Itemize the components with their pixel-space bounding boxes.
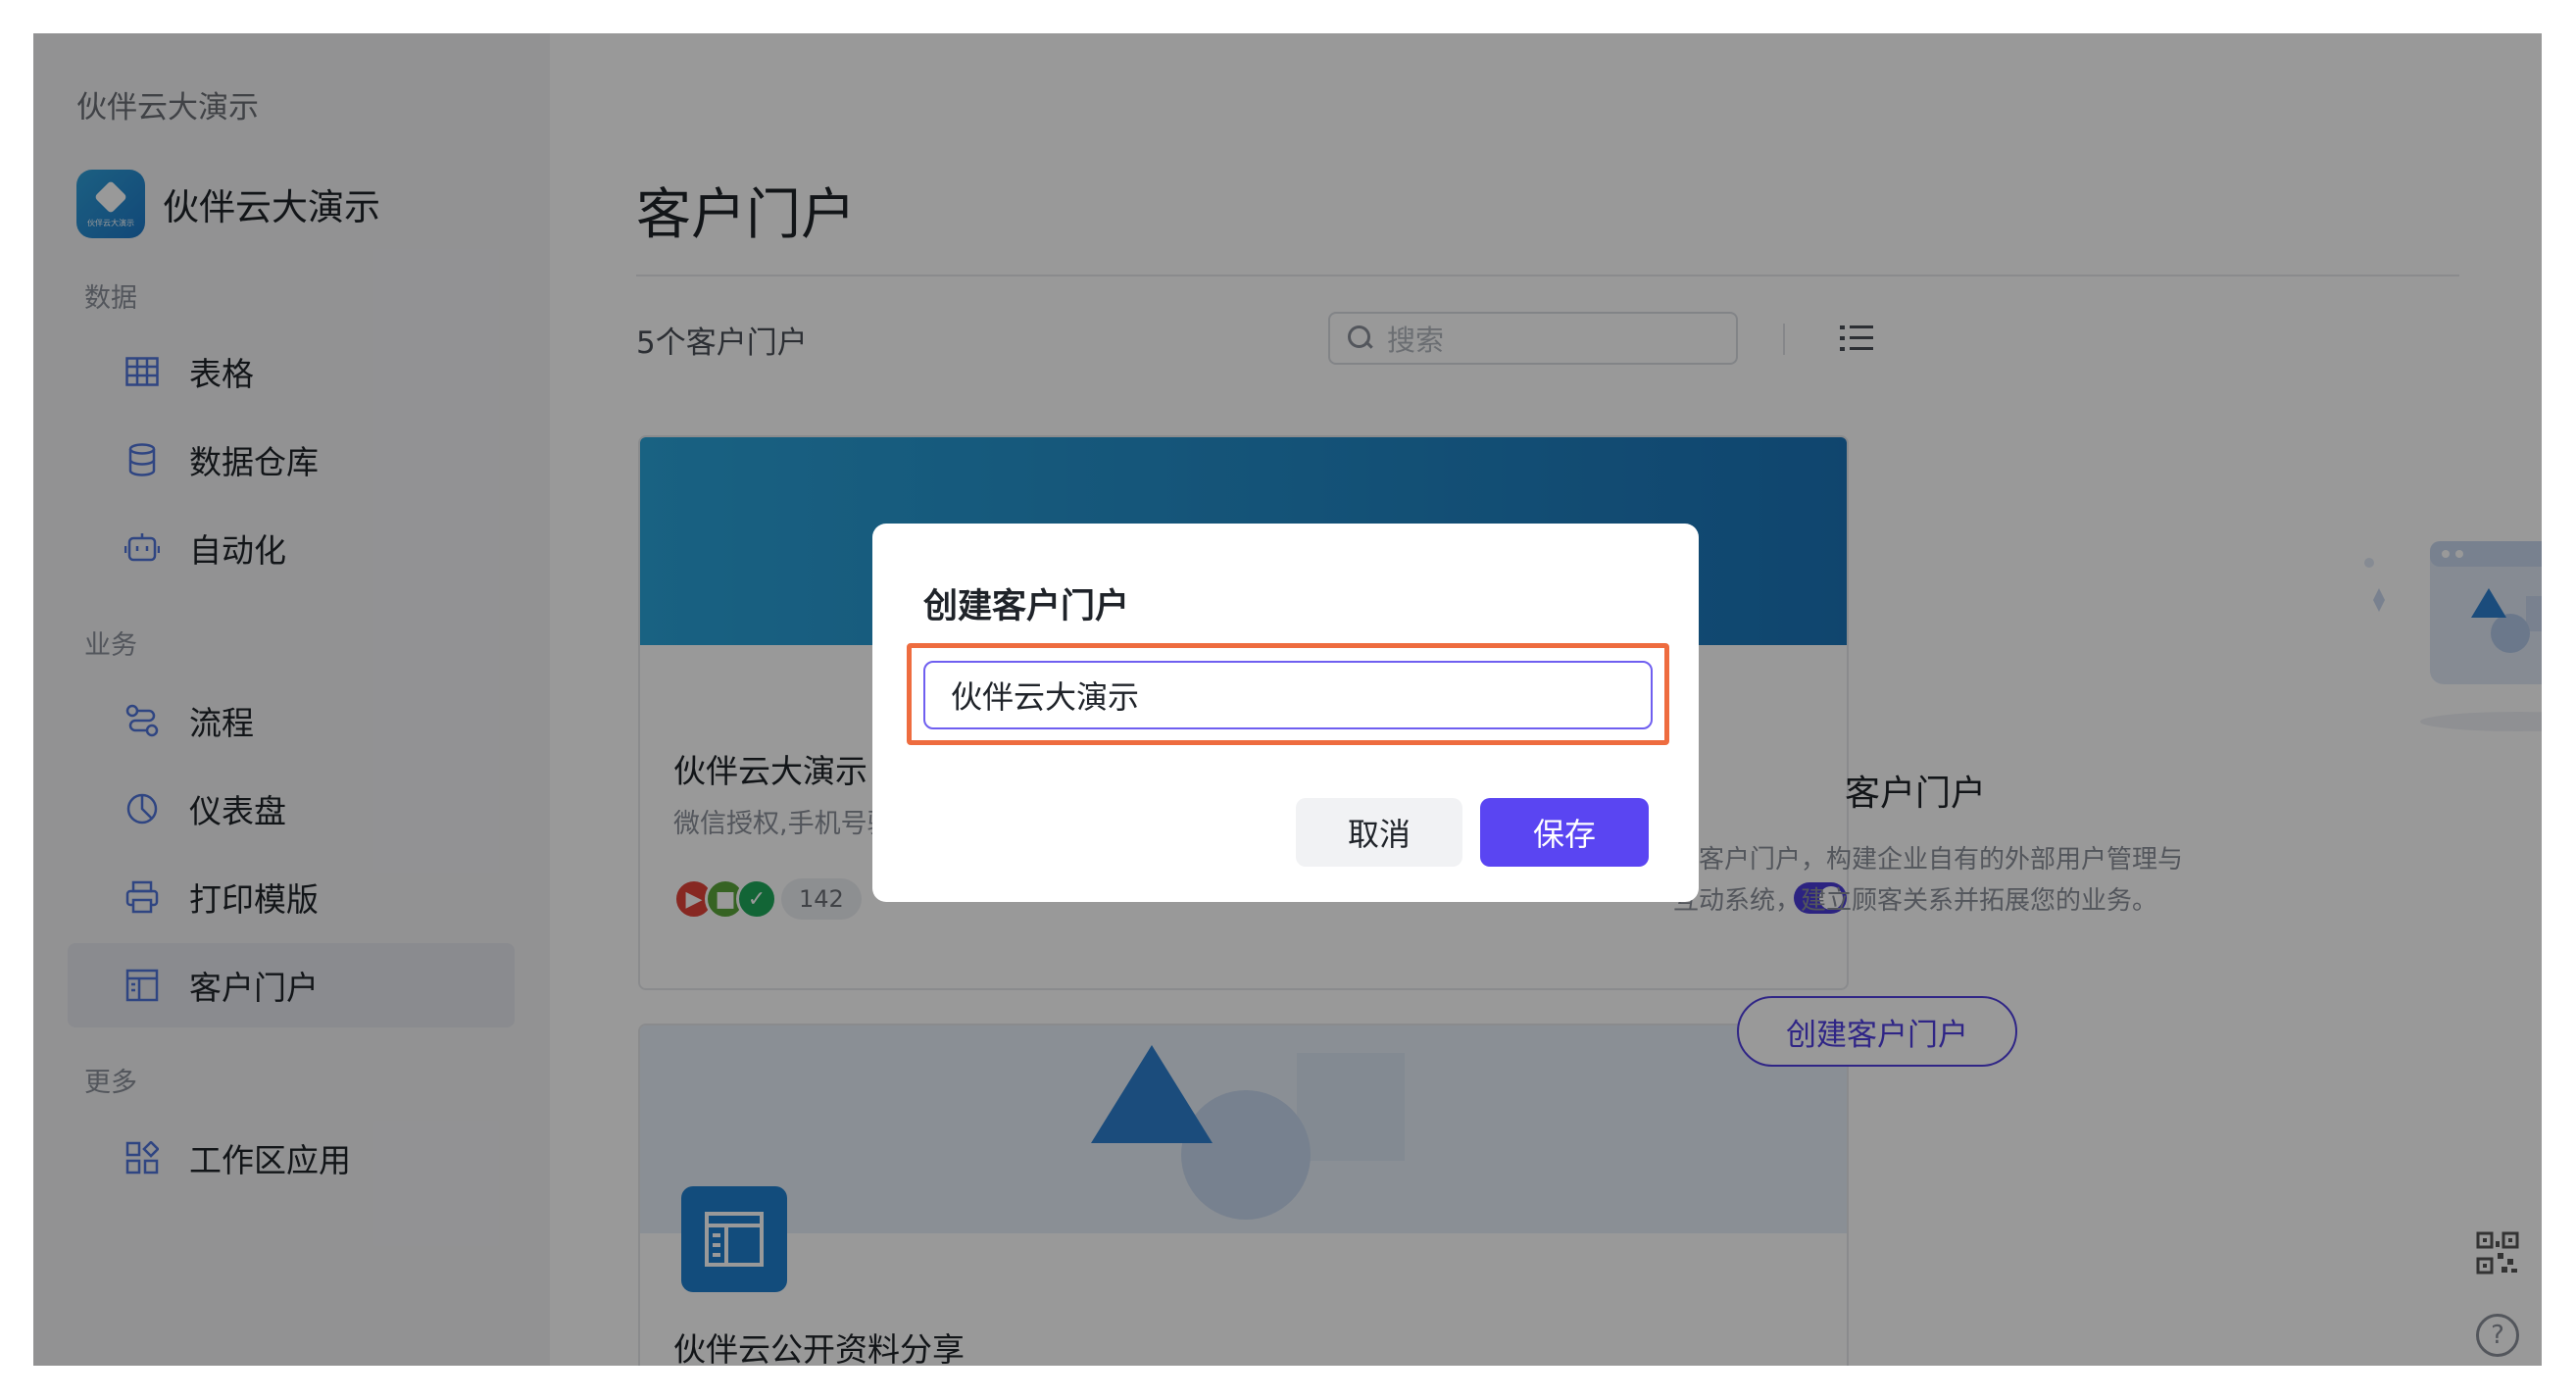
create-portal-dialog: 创建客户门户 取消 保存 <box>872 524 1699 902</box>
save-button[interactable]: 保存 <box>1480 798 1649 867</box>
dialog-title: 创建客户门户 <box>923 587 1130 626</box>
cancel-button[interactable]: 取消 <box>1296 798 1462 867</box>
app-window: 伙伴云大演示 伙伴云大演示 数据 表格 数据仓库 自动化 业务 <box>33 33 2542 1366</box>
portal-name-input[interactable] <box>923 661 1653 729</box>
